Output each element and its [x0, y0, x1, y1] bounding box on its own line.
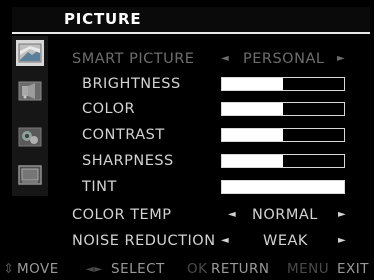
noise-reduction-value: WEAK	[263, 233, 308, 249]
key-hint-bar: ⇕ MOVE ◄► SELECT OK RETURN MENU EXIT	[0, 259, 374, 280]
brightness-slider[interactable]	[221, 77, 345, 91]
leftright-arrow-icon: ◄►	[86, 264, 103, 275]
brightness-row[interactable]: BRIGHTNESS	[0, 72, 374, 96]
color-slider[interactable]	[221, 102, 345, 116]
sharpness-slider[interactable]	[221, 154, 345, 168]
menu-header: PICTURE	[12, 7, 370, 34]
color-row[interactable]: COLOR	[0, 97, 374, 121]
right-arrow-icon[interactable]: ►	[338, 229, 346, 253]
left-arrow-icon[interactable]: ◄	[228, 203, 236, 227]
noise-reduction-row[interactable]: NOISE REDUCTION ◄ WEAK ►	[0, 229, 374, 253]
smart-picture-row[interactable]: SMART PICTURE ◄ PERSONAL ►	[0, 47, 374, 71]
right-arrow-icon[interactable]: ►	[338, 203, 346, 227]
contrast-slider-fill	[222, 129, 283, 141]
exit-hint: EXIT	[337, 261, 370, 277]
tint-slider[interactable]	[221, 180, 345, 194]
contrast-slider[interactable]	[221, 128, 345, 142]
color-temp-value: NORMAL	[252, 207, 318, 223]
menu-title: PICTURE	[64, 10, 142, 28]
color-slider-fill	[222, 103, 283, 115]
brightness-slider-fill	[222, 78, 283, 90]
color-temp-row[interactable]: COLOR TEMP ◄ NORMAL ►	[0, 203, 374, 227]
sharpness-label: SHARPNESS	[82, 153, 174, 169]
smart-picture-value: PERSONAL	[243, 51, 325, 67]
select-hint: SELECT	[111, 261, 165, 277]
color-temp-label: COLOR TEMP	[72, 207, 172, 223]
tint-label: TINT	[82, 179, 117, 195]
noise-reduction-label: NOISE REDUCTION	[72, 233, 216, 249]
color-label: COLOR	[82, 101, 136, 117]
sharpness-row[interactable]: SHARPNESS	[0, 149, 374, 173]
brightness-label: BRIGHTNESS	[82, 76, 181, 92]
left-arrow-icon[interactable]: ◄	[221, 229, 229, 253]
contrast-row[interactable]: CONTRAST	[0, 123, 374, 147]
tint-slider-fill	[222, 181, 344, 193]
contrast-label: CONTRAST	[82, 127, 165, 143]
updown-arrow-icon: ⇕	[3, 261, 15, 277]
right-arrow-icon[interactable]: ►	[337, 47, 345, 71]
left-arrow-icon[interactable]: ◄	[221, 47, 229, 71]
smart-picture-label: SMART PICTURE	[72, 51, 195, 67]
move-hint: MOVE	[17, 261, 59, 277]
tint-row[interactable]: TINT	[0, 175, 374, 199]
return-hint: RETURN	[211, 261, 270, 277]
sharpness-slider-fill	[222, 155, 283, 167]
menu-key: MENU	[287, 261, 330, 277]
ok-key: OK	[187, 261, 208, 277]
